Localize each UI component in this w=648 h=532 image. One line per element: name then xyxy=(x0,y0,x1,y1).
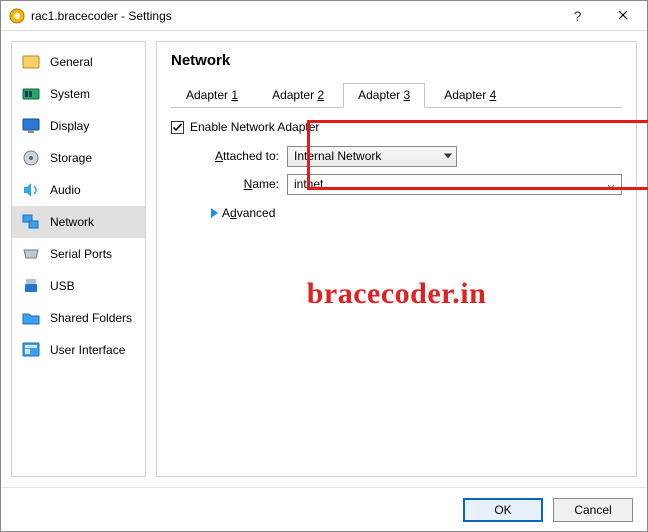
disclosure-triangle-icon xyxy=(211,208,218,218)
ok-label: OK xyxy=(494,503,511,517)
storage-icon xyxy=(22,149,40,167)
cancel-label: Cancel xyxy=(574,503,611,517)
content-panel: Network Adapter 1 Adapter 2 Adapter 3 Ad… xyxy=(156,41,637,477)
sidebar-item-label: Serial Ports xyxy=(50,247,112,261)
sidebar: General System Display Storage xyxy=(11,41,146,477)
app-icon xyxy=(9,8,25,24)
enable-adapter-label: Enable Network Adapter xyxy=(190,120,319,134)
adapter-tabs: Adapter 1 Adapter 2 Adapter 3 Adapter 4 xyxy=(171,83,622,108)
attached-to-label: Attached to: xyxy=(191,149,287,163)
usb-icon xyxy=(22,277,40,295)
sidebar-item-serial-ports[interactable]: Serial Ports xyxy=(12,238,145,270)
sidebar-item-label: System xyxy=(50,87,90,101)
name-combobox[interactable]: intnet xyxy=(287,174,622,195)
dialog-body: General System Display Storage xyxy=(1,31,647,487)
system-icon xyxy=(22,85,40,103)
sidebar-item-shared-folders[interactable]: Shared Folders xyxy=(12,302,145,334)
attached-to-row: Attached to: Internal Network xyxy=(191,142,622,170)
advanced-toggle[interactable]: Advanced xyxy=(211,206,622,220)
watermark-text: bracecoder.in xyxy=(307,277,487,311)
cancel-button[interactable]: Cancel xyxy=(553,498,633,522)
user-interface-icon xyxy=(22,341,40,359)
sidebar-item-label: Display xyxy=(50,119,89,133)
chevron-down-icon xyxy=(444,154,452,159)
display-icon xyxy=(22,117,40,135)
page-title: Network xyxy=(171,52,622,69)
audio-icon xyxy=(22,181,40,199)
enable-adapter-row: Enable Network Adapter xyxy=(171,120,622,134)
sidebar-item-system[interactable]: System xyxy=(12,78,145,110)
tab-adapter-4[interactable]: Adapter 4 xyxy=(429,83,511,108)
name-value: intnet xyxy=(294,177,323,191)
sidebar-item-network[interactable]: Network xyxy=(12,206,145,238)
sidebar-item-label: General xyxy=(50,55,93,69)
attached-to-dropdown[interactable]: Internal Network xyxy=(287,146,457,167)
settings-window: rac1.bracecoder - Settings ? General xyxy=(0,0,648,532)
dialog-footer: OK Cancel xyxy=(1,487,647,531)
sidebar-item-display[interactable]: Display xyxy=(12,110,145,142)
sidebar-item-label: Audio xyxy=(50,183,81,197)
tab-adapter-1[interactable]: Adapter 1 xyxy=(171,83,253,108)
sidebar-item-usb[interactable]: USB xyxy=(12,270,145,302)
advanced-label: Advanced xyxy=(222,206,275,220)
sidebar-item-label: Network xyxy=(50,215,94,229)
name-row: Name: intnet xyxy=(191,170,622,198)
name-label: Name: xyxy=(191,177,287,191)
general-icon xyxy=(22,53,40,71)
sidebar-item-audio[interactable]: Audio xyxy=(12,174,145,206)
serial-ports-icon xyxy=(22,245,40,263)
tab-adapter-3[interactable]: Adapter 3 xyxy=(343,83,425,108)
sidebar-item-general[interactable]: General xyxy=(12,46,145,78)
sidebar-item-label: Storage xyxy=(50,151,92,165)
sidebar-item-user-interface[interactable]: User Interface xyxy=(12,334,145,366)
sidebar-item-label: User Interface xyxy=(50,343,125,357)
sidebar-item-storage[interactable]: Storage xyxy=(12,142,145,174)
close-icon xyxy=(618,9,628,23)
attached-to-value: Internal Network xyxy=(294,149,381,163)
tab-adapter-2[interactable]: Adapter 2 xyxy=(257,83,339,108)
help-icon: ? xyxy=(574,8,582,24)
sidebar-item-label: Shared Folders xyxy=(50,311,132,325)
help-button[interactable]: ? xyxy=(555,1,600,30)
ok-button[interactable]: OK xyxy=(463,498,543,522)
enable-adapter-checkbox[interactable] xyxy=(171,121,184,134)
chevron-down-icon xyxy=(607,180,615,188)
network-icon xyxy=(22,213,40,231)
check-icon xyxy=(172,122,183,133)
shared-folders-icon xyxy=(22,309,40,327)
titlebar: rac1.bracecoder - Settings ? xyxy=(1,1,647,31)
window-title: rac1.bracecoder - Settings xyxy=(31,9,172,23)
sidebar-item-label: USB xyxy=(50,279,75,293)
close-button[interactable] xyxy=(600,1,645,30)
